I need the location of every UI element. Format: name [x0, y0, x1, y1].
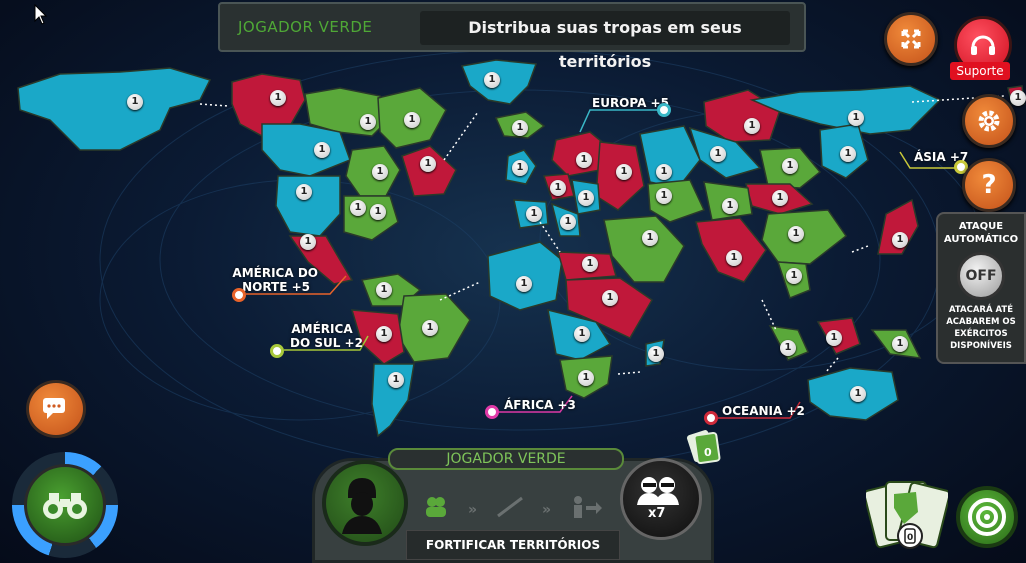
chat-bubbles-icon — [43, 398, 65, 419]
troop-marker[interactable]: 1 — [726, 250, 742, 266]
troop-marker[interactable]: 1 — [788, 226, 804, 242]
troop-marker[interactable]: 1 — [582, 256, 598, 272]
troop-marker[interactable]: 1 — [484, 72, 500, 88]
continent-target-icon[interactable] — [485, 405, 499, 419]
troop-marker[interactable]: 1 — [892, 336, 908, 352]
soldier-silhouette-icon — [342, 478, 382, 534]
troop-marker[interactable]: 1 — [550, 180, 566, 196]
troop-marker[interactable]: 1 — [512, 160, 528, 176]
current-player-label: JOGADOR VERDE — [238, 18, 373, 36]
binoculars-icon — [43, 493, 87, 519]
mouse-cursor-icon — [34, 4, 48, 25]
troop-marker[interactable]: 1 — [722, 198, 738, 214]
cards-count: 0 — [907, 533, 913, 543]
svg-text:»: » — [542, 502, 551, 518]
view-map-inner — [24, 464, 106, 546]
troop-marker[interactable]: 1 — [296, 184, 312, 200]
mini-cards-count: 0 — [704, 446, 712, 459]
gear-icon — [978, 110, 1000, 132]
available-troops-button[interactable] — [620, 458, 702, 540]
help-label: ? — [981, 170, 997, 200]
turn-phase-steps: » » — [418, 492, 614, 522]
fortify-step-icon — [574, 496, 602, 518]
troop-marker[interactable]: 1 — [516, 276, 532, 292]
troop-marker[interactable]: 1 — [270, 90, 286, 106]
troop-marker[interactable]: 1 — [314, 142, 330, 158]
troop-marker[interactable]: 1 — [422, 320, 438, 336]
troop-marker[interactable]: 1 — [826, 330, 842, 346]
troop-marker[interactable]: 1 — [574, 326, 590, 342]
player-hud: JOGADOR VERDE » » FORTIFICAR TERRITÓRIOS… — [312, 446, 714, 563]
mini-cards-icon[interactable]: 0 — [686, 426, 722, 466]
continent-target-icon[interactable] — [232, 288, 246, 302]
territory-cards-button[interactable]: 0 — [866, 478, 948, 558]
troop-marker[interactable]: 1 — [512, 120, 528, 136]
troop-marker[interactable]: 1 — [892, 232, 908, 248]
available-troops-count: x7 — [648, 506, 666, 521]
troop-marker[interactable]: 1 — [642, 230, 658, 246]
troop-marker[interactable]: 1 — [388, 372, 404, 388]
troop-marker[interactable]: 1 — [648, 346, 664, 362]
continent-label-south-america: AMÉRICA DO SUL +2 — [290, 322, 363, 350]
troop-marker[interactable]: 1 — [404, 112, 420, 128]
turn-instruction: Distribua suas tropas em seus território… — [420, 11, 790, 71]
end-turn-button[interactable] — [956, 486, 1018, 548]
attack-step-icon — [497, 496, 523, 518]
troop-marker[interactable]: 1 — [376, 282, 392, 298]
troop-marker[interactable]: 1 — [782, 158, 798, 174]
troop-marker[interactable]: 1 — [127, 94, 143, 110]
troop-marker[interactable]: 1 — [370, 204, 386, 220]
expand-arrows-icon — [901, 29, 921, 49]
troop-marker[interactable]: 1 — [656, 164, 672, 180]
troop-marker[interactable]: 1 — [602, 290, 618, 306]
troop-marker[interactable]: 1 — [850, 386, 866, 402]
phase-label: FORTIFICAR TERRITÓRIOS — [406, 530, 620, 560]
troop-marker[interactable]: 1 — [578, 190, 594, 206]
troop-marker[interactable]: 1 — [560, 214, 576, 230]
troop-marker[interactable]: 1 — [526, 206, 542, 222]
troop-marker[interactable]: 1 — [848, 110, 864, 126]
troop-marker[interactable]: 1 — [578, 370, 594, 386]
troop-marker[interactable]: 1 — [1010, 90, 1026, 106]
troop-marker[interactable]: 1 — [840, 146, 856, 162]
auto-attack-panel: ATAQUE AUTOMÁTICO OFF ATACARÁ ATÉ ACABAR… — [936, 212, 1026, 364]
continent-label-oceania: OCEANIA +2 — [722, 404, 805, 418]
chat-button[interactable] — [26, 380, 86, 438]
troop-marker[interactable]: 1 — [744, 118, 760, 134]
troop-marker[interactable]: 1 — [300, 234, 316, 250]
turn-banner: JOGADOR VERDE Distribua suas tropas em s… — [218, 2, 806, 71]
troop-marker[interactable]: 1 — [710, 146, 726, 162]
troop-marker[interactable]: 1 — [350, 200, 366, 216]
help-button[interactable]: ? — [962, 158, 1016, 212]
troop-marker[interactable]: 1 — [372, 164, 388, 180]
auto-attack-title: ATAQUE AUTOMÁTICO — [943, 221, 1019, 245]
troop-marker[interactable]: 1 — [420, 156, 436, 172]
support-label[interactable]: Suporte — [950, 62, 1010, 80]
headset-icon — [971, 35, 995, 55]
auto-attack-toggle[interactable]: OFF — [957, 252, 1005, 300]
continent-target-icon[interactable] — [704, 411, 718, 425]
player-avatar — [322, 460, 408, 546]
svg-text:»: » — [468, 502, 477, 518]
continent-target-icon[interactable] — [657, 103, 671, 117]
fullscreen-button[interactable] — [884, 12, 938, 66]
troop-marker[interactable]: 1 — [576, 152, 592, 168]
troop-marker[interactable]: 1 — [786, 268, 802, 284]
troop-marker[interactable]: 1 — [376, 326, 392, 342]
continent-label-africa: ÁFRICA +3 — [504, 398, 576, 412]
view-map-button[interactable] — [12, 452, 118, 558]
target-icon — [968, 498, 1006, 536]
continent-target-icon[interactable] — [270, 344, 284, 358]
troop-marker[interactable]: 1 — [616, 164, 632, 180]
hud-player-name: JOGADOR VERDE — [388, 448, 624, 470]
distribute-step-icon — [426, 497, 446, 517]
troop-marker[interactable]: 1 — [656, 188, 672, 204]
settings-button[interactable] — [962, 94, 1016, 148]
auto-attack-description: ATACARÁ ATÉ ACABAREM OS EXÉRCITOS DISPON… — [946, 305, 1016, 351]
troop-marker[interactable]: 1 — [780, 340, 796, 356]
troop-marker[interactable]: 1 — [772, 190, 788, 206]
troop-marker[interactable]: 1 — [360, 114, 376, 130]
